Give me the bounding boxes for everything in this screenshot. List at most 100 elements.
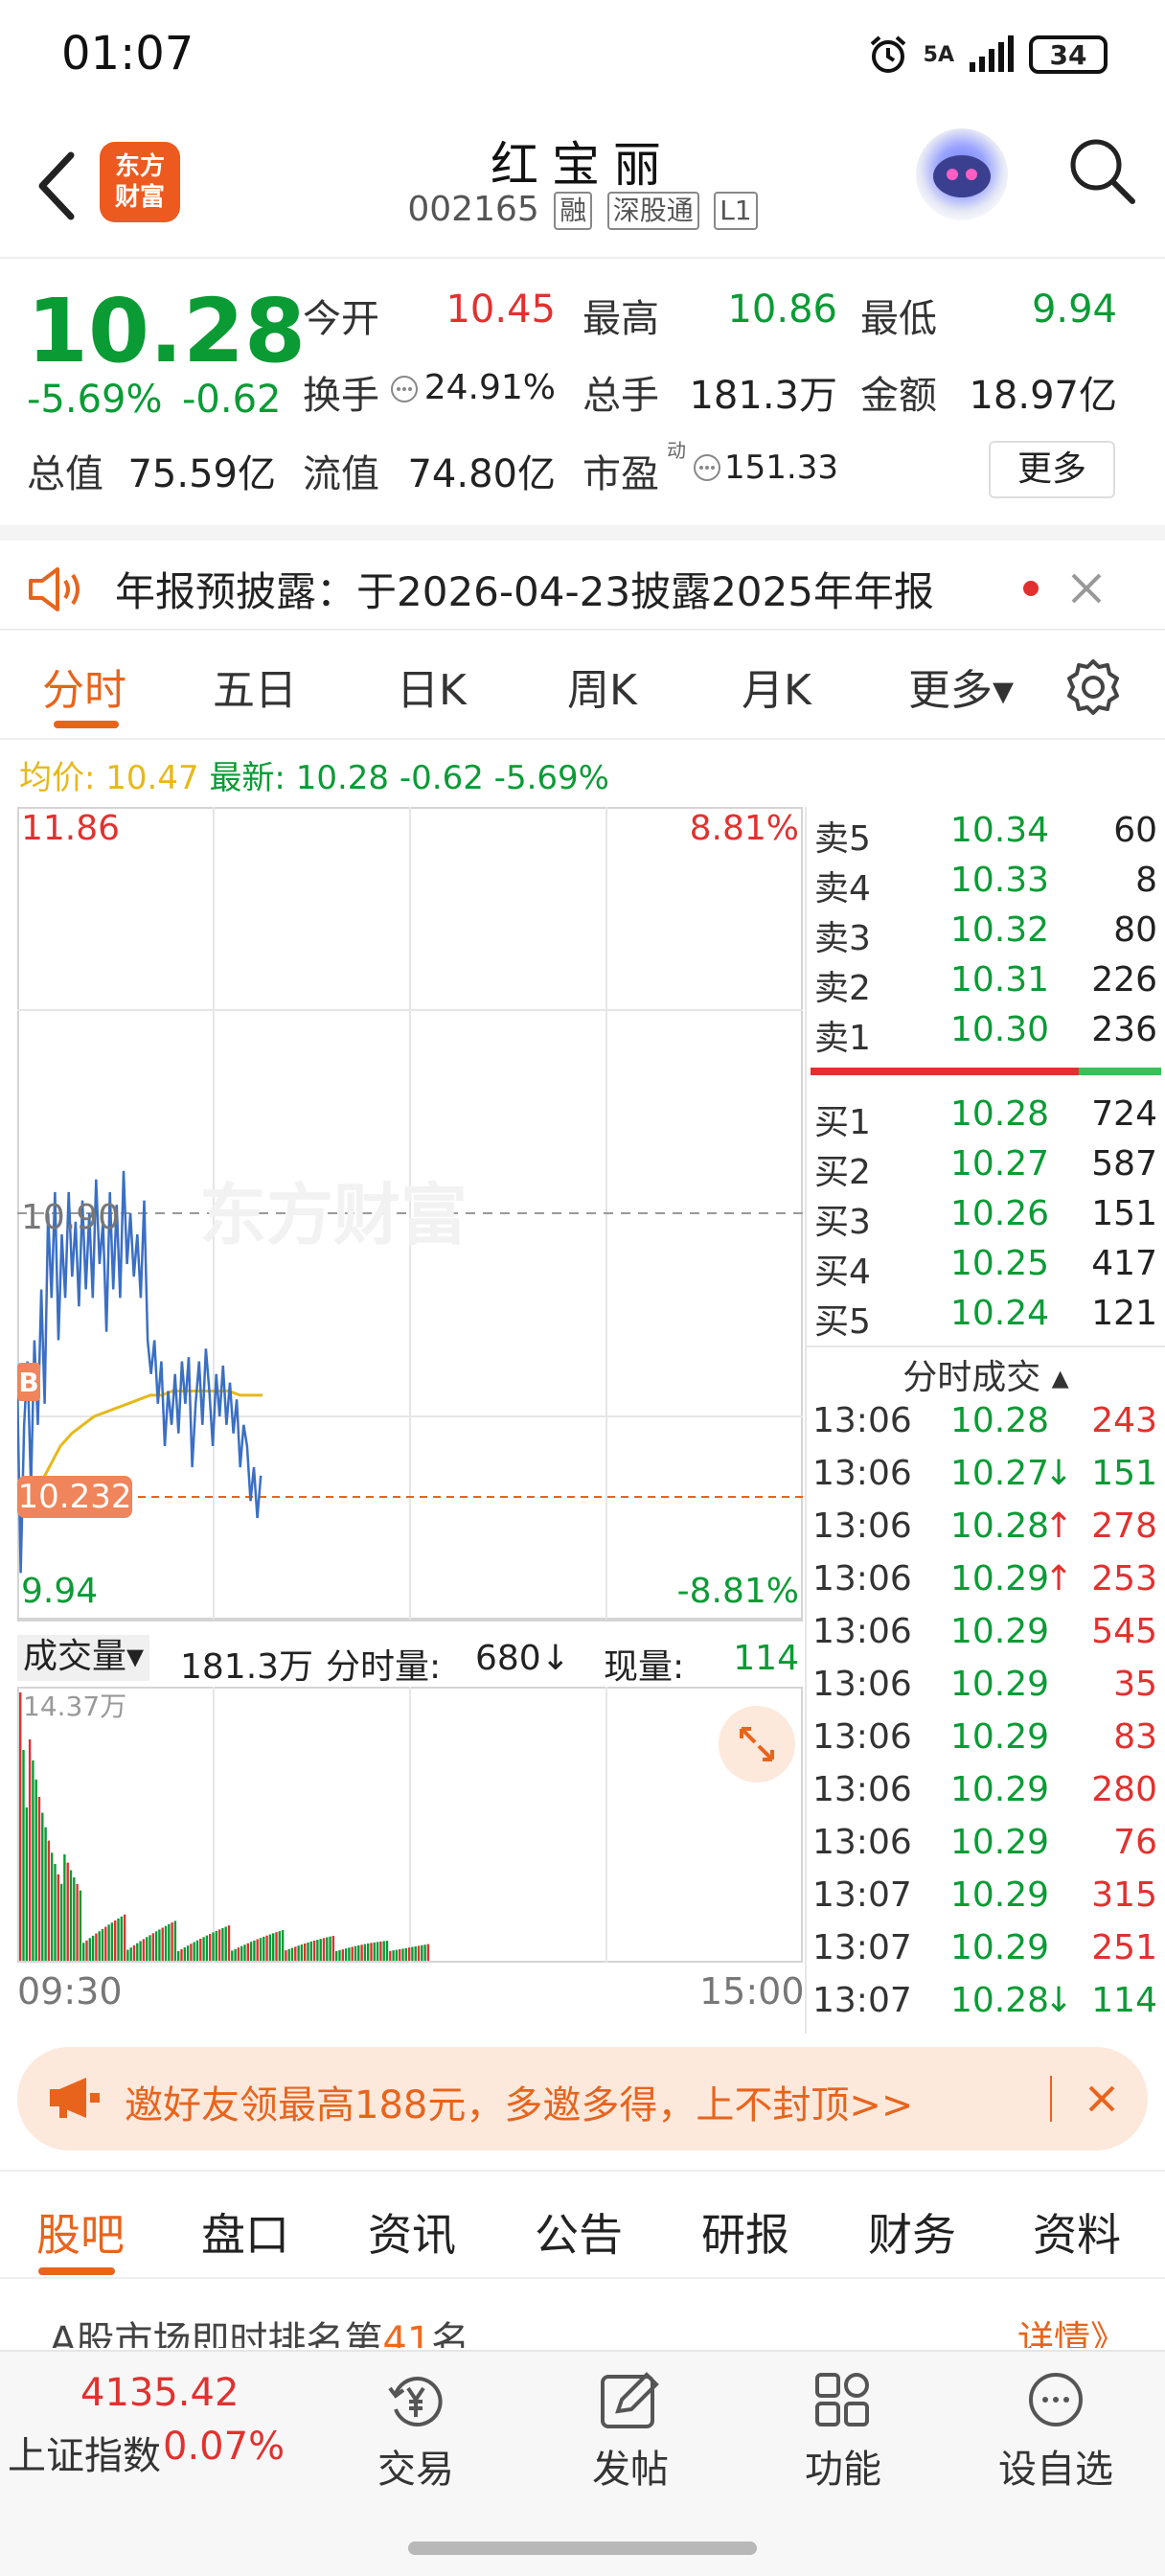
tab-five-day[interactable]: 五日: [213, 656, 297, 717]
current-volume-label: 现量:: [604, 1647, 685, 1687]
volume-bar: [209, 1934, 212, 1961]
volume-bar: [285, 1950, 287, 1961]
volume-bar: [146, 1937, 148, 1961]
tab-daily-k[interactable]: 日K: [397, 656, 467, 717]
change-amount: -0.62: [182, 378, 282, 422]
tick-price: 10.29: [950, 1559, 1050, 1598]
search-icon[interactable]: [1065, 134, 1138, 207]
volume-bar: [136, 1943, 139, 1961]
settings-icon[interactable]: [1063, 657, 1123, 717]
tick-time: 13:07: [812, 1981, 912, 2020]
home-indicator[interactable]: [408, 2542, 757, 2555]
current-volume-value: 114: [733, 1639, 799, 1678]
trade-button[interactable]: 交易: [349, 2371, 483, 2494]
time-start: 09:30: [17, 1970, 123, 2012]
tab-announcements[interactable]: 公告: [535, 2200, 623, 2264]
volume-bar: [110, 1922, 114, 1961]
volume-bar: [199, 1939, 202, 1961]
expand-button[interactable]: [719, 1706, 795, 1782]
assistant-avatar[interactable]: [916, 128, 1008, 220]
pe-info-icon[interactable]: [692, 452, 722, 483]
tab-news[interactable]: 资讯: [368, 2200, 456, 2264]
tick-price: 10.28: [950, 1506, 1050, 1546]
pct-low-label: -8.81%: [677, 1572, 799, 1611]
tab-financials[interactable]: 财务: [868, 2200, 956, 2264]
open-label: 今开: [303, 297, 379, 341]
divider: [807, 1346, 1165, 1347]
volume-bar: [411, 1946, 414, 1961]
volume-bar: [190, 1944, 193, 1961]
volume-bar: [290, 1947, 294, 1961]
market-cap-value: 75.59亿: [127, 452, 276, 496]
tick-time: 13:06: [812, 1717, 912, 1757]
index-value[interactable]: 4135.42: [80, 2371, 239, 2415]
ranking-detail-link[interactable]: 详情》: [1017, 2310, 1127, 2348]
chat-icon: [1029, 2373, 1083, 2426]
volume-bar: [348, 1947, 351, 1961]
turnover-value: 24.91%: [423, 368, 556, 407]
volume-bar: [312, 1941, 316, 1961]
volume-bar: [265, 1935, 268, 1961]
volume-type-select[interactable]: 成交量▾: [17, 1635, 150, 1681]
volume-bar: [421, 1944, 423, 1961]
change-percent: -5.69%: [27, 378, 163, 422]
volume-bar: [246, 1943, 249, 1961]
tick-volume: 83: [1113, 1717, 1157, 1757]
volume-bar: [341, 1949, 344, 1961]
tick-row: 13:06 10.29 76: [807, 1819, 1165, 1872]
ranking-row[interactable]: A股市场即时排名第41名 详情》: [0, 2281, 1165, 2348]
notice-bar[interactable]: 年报预披露：于2026-04-23披露2025年年报: [0, 525, 1165, 631]
tick-time: 13:06: [812, 1823, 912, 1862]
tab-forum[interactable]: 股吧: [36, 2200, 125, 2264]
volume-bar: [240, 1945, 243, 1961]
tick-price: 10.29: [950, 1665, 1050, 1704]
post-button[interactable]: 发帖: [563, 2371, 697, 2494]
volume-bar: [142, 1939, 146, 1961]
volume-bar: [104, 1926, 107, 1961]
volume-bar: [195, 1940, 199, 1961]
active-tab-indicator: [38, 2267, 115, 2275]
volume-bar: [154, 1931, 158, 1961]
tab-profile[interactable]: 资料: [1033, 2200, 1121, 2264]
volume-bar: [259, 1938, 263, 1961]
volume-bar: [316, 1940, 319, 1961]
volume-bar: [329, 1936, 331, 1961]
volume-bar: [41, 1812, 44, 1961]
tab-more[interactable]: 更多▾: [908, 656, 1014, 717]
intraday-chart[interactable]: 东方财富 11.86 10.90 9.94 8.81% -8.81% 10.23…: [15, 807, 803, 1622]
tab-weekly-k[interactable]: 周K: [567, 656, 637, 717]
volume-bar: [22, 1750, 25, 1961]
add-watchlist-button[interactable]: 设自选: [989, 2371, 1123, 2494]
volume-bar: [399, 1949, 401, 1961]
tick-row: 13:07 10.28 ↓ 114: [807, 1977, 1165, 2030]
functions-button[interactable]: 功能: [776, 2371, 910, 2494]
tab-research[interactable]: 研报: [701, 2200, 789, 2264]
volume-bar: [221, 1927, 224, 1961]
volume-chart[interactable]: 14.37万: [17, 1687, 803, 1965]
battery-icon: 34: [1029, 35, 1108, 74]
ticks-header[interactable]: 分时成交 ▴: [807, 1349, 1165, 1399]
volume-bar: [88, 1938, 91, 1961]
volume-bar: [300, 1944, 304, 1961]
info-icon[interactable]: [389, 374, 420, 404]
speaker-icon: [29, 567, 80, 611]
tab-monthly-k[interactable]: 月K: [742, 656, 811, 717]
tick-time: 13:06: [812, 1770, 912, 1809]
volume-bar: [278, 1931, 281, 1961]
promo-divider: [1050, 2076, 1052, 2122]
index-name[interactable]: 上证指数: [8, 2425, 161, 2480]
volume-bar: [281, 1930, 285, 1961]
margin-tag: 融: [554, 192, 593, 230]
promo-banner[interactable]: 邀好友领最高188元，多邀多得，上不封顶>>: [17, 2047, 1148, 2150]
volume-bar: [370, 1943, 373, 1961]
promo-close-icon[interactable]: [1085, 2082, 1119, 2116]
grid-icon: [815, 2373, 869, 2426]
more-quote-button[interactable]: 更多: [989, 441, 1115, 498]
volume-bar: [331, 1936, 335, 1961]
tab-orderbook[interactable]: 盘口: [201, 2200, 289, 2264]
tick-time: 13:06: [812, 1612, 912, 1651]
volume-bar: [186, 1945, 190, 1961]
tab-intraday[interactable]: 分时: [42, 656, 126, 717]
latest-change: -0.62: [399, 759, 484, 797]
close-icon[interactable]: [1069, 571, 1104, 606]
